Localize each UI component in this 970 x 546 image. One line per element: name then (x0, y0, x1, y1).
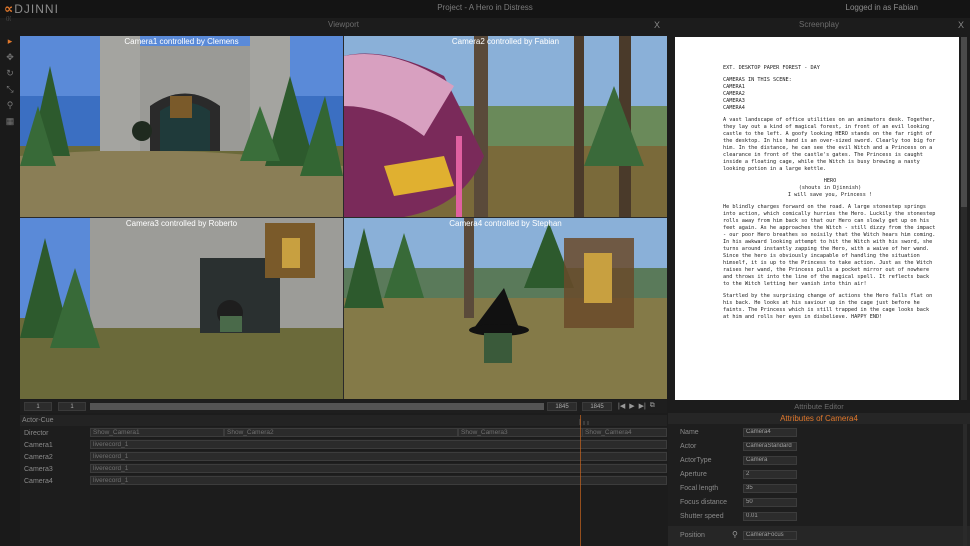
attr-label: Position (680, 532, 705, 539)
camera3-scene (20, 218, 343, 399)
position-dropdown[interactable]: CameraFocus (743, 531, 797, 540)
attr-label: Focus distance (680, 499, 728, 506)
camera-label: Camera4 controlled by Stephan (449, 219, 562, 228)
attr-label: Shutter speed (680, 513, 724, 520)
dialogue: I will save you, Princess ! (787, 192, 873, 198)
rotate-icon[interactable]: ↻ (5, 68, 15, 78)
time-scrubber[interactable] (90, 403, 544, 410)
login-status[interactable]: Logged in as Fabian (846, 3, 919, 12)
start-frame-input[interactable]: 1 (24, 402, 52, 411)
character-name: HERO (823, 178, 837, 184)
light-icon[interactable]: ⚲ (5, 100, 15, 110)
timeline-clip[interactable]: Show_Camera3 (458, 428, 583, 437)
attribute-editor-subtitle: Attributes of Camera4 (668, 413, 970, 424)
tool-bar: ▸ ✥ ↻ ⤡ ⚲ ▦ (0, 30, 20, 546)
attr-row-focal-length: Focal length 35 (668, 484, 970, 496)
attr-value-input[interactable]: 2 (743, 470, 797, 479)
attr-value-input[interactable]: Camera (743, 456, 797, 465)
camera-list-item: CAMERA1 (723, 84, 745, 90)
timeline-clip[interactable]: Show_Camera1 (90, 428, 224, 437)
attr-label: Actor (680, 443, 697, 450)
attr-label: Focal length (680, 485, 719, 492)
attribute-scrollbar[interactable] (963, 424, 967, 546)
action-paragraph: He blindly charges forward on the road. … (723, 204, 936, 287)
attr-value-input[interactable]: 0.01 (743, 512, 797, 521)
scrollbar-thumb[interactable] (961, 37, 967, 207)
pin-icon: ⚲ (732, 530, 738, 539)
screenplay-title: Screenplay (798, 20, 840, 29)
attr-row-focus-distance: Focus distance 50 (668, 498, 970, 510)
track-label-camera1[interactable]: Camera1 (24, 442, 53, 449)
camera-list-item: CAMERA4 (723, 105, 745, 111)
project-title: Project - A Hero in Distress (437, 3, 533, 12)
attr-value-input[interactable]: 50 (743, 498, 797, 507)
attr-label: Aperture (680, 471, 707, 478)
camera3-view[interactable]: Camera3 controlled by Roberto (20, 218, 343, 399)
action-paragraph: Startled by the surprising change of act… (723, 293, 933, 320)
time-control-bar: 1 1 1845 1845 |◀ ▶ ▶| ⧉ (20, 400, 667, 413)
link-icon[interactable]: ⤡ (5, 84, 15, 94)
title-bar: ∝ DJINNI Project - A Hero in Distress Lo… (0, 0, 970, 18)
attr-value-input[interactable]: Camera4 (743, 428, 797, 437)
skip-back-icon[interactable]: |◀ (618, 402, 625, 410)
viewport-close-icon[interactable]: X (654, 20, 660, 30)
track-label-camera4[interactable]: Camera4 (24, 478, 53, 485)
camera2-view[interactable]: Camera2 controlled by Fabian (344, 36, 667, 217)
attr-value-input[interactable]: CameraStandard (743, 442, 797, 451)
attribute-editor-title: Attribute Editor (794, 402, 844, 411)
play-icon[interactable]: ▶ (629, 402, 634, 410)
track-label-camera2[interactable]: Camera2 (24, 454, 53, 461)
viewport-panel: Camera1 controlled by Clemens Camera2 co… (20, 36, 667, 399)
attr-row-actor: Actor CameraStandard (668, 442, 970, 454)
screenplay-document[interactable]: EXT. DESKTOP PAPER FOREST - DAY CAMERAS … (675, 37, 959, 400)
screenplay-close-icon[interactable]: X (958, 20, 964, 30)
attr-row-name: Name Camera4 (668, 428, 970, 440)
attr-row-actortype: ActorType Camera (668, 456, 970, 468)
track-label-director[interactable]: Director (24, 430, 49, 437)
camera1-view[interactable]: Camera1 controlled by Clemens (20, 36, 343, 217)
attr-label: Name (680, 429, 699, 436)
screenplay-scrollbar[interactable] (961, 37, 967, 400)
scrubber-fill (90, 403, 544, 410)
attribute-editor-panel: Name Camera4 Actor CameraStandard ActorT… (668, 424, 970, 546)
attr-value-input[interactable]: 35 (743, 484, 797, 493)
attr-row-shutter-speed: Shutter speed 0.01 (668, 512, 970, 524)
cameras-heading: CAMERAS IN THIS SCENE: (723, 77, 792, 83)
attr-row-aperture: Aperture 2 (668, 470, 970, 482)
move-icon[interactable]: ✥ (5, 52, 15, 62)
current-frame-input[interactable]: 1845 (547, 402, 577, 411)
attr-label: ActorType (680, 457, 712, 464)
camera4-view[interactable]: Camera4 controlled by Stephan (344, 218, 667, 399)
camera-list-item: CAMERA2 (723, 91, 745, 97)
timeline-clip[interactable]: Show_Camera2 (224, 428, 458, 437)
skip-forward-icon[interactable]: ▶| (639, 402, 646, 410)
timeline-track-labels: Director Camera1 Camera2 Camera3 Camera4 (20, 426, 90, 546)
camera-list-item: CAMERA3 (723, 98, 745, 104)
camera-label: Camera1 controlled by Clemens (124, 37, 239, 46)
camera2-scene (344, 36, 667, 217)
playback-controls: |◀ ▶ ▶| ⧉ (618, 402, 655, 410)
step-input[interactable]: 1 (58, 402, 86, 411)
track-label-camera3[interactable]: Camera3 (24, 466, 53, 473)
grid-icon[interactable]: ▦ (5, 116, 15, 126)
camera-label: Camera2 controlled by Fabian (451, 37, 560, 46)
pointer-icon[interactable]: ▸ (5, 36, 15, 46)
parenthetical: (shouts in Djinnish) (798, 185, 862, 191)
camera-label: Camera3 controlled by Roberto (125, 219, 238, 228)
attr-row-position: Position ⚲ CameraFocus (668, 526, 970, 546)
camera4-scene (344, 218, 667, 399)
loop-icon[interactable]: ⧉ (650, 402, 655, 410)
logo-subtext: ((( (6, 16, 11, 22)
timeline-playhead[interactable] (580, 415, 581, 546)
action-paragraph: A vast landscape of office utilities on … (723, 117, 936, 172)
viewport-title: Viewport (328, 20, 359, 29)
camera1-scene (20, 36, 343, 217)
end-frame-input[interactable]: 1845 (582, 402, 612, 411)
timeline-clip[interactable]: Show_Camera4 (582, 428, 667, 437)
scene-heading: EXT. DESKTOP PAPER FOREST - DAY (723, 65, 820, 71)
